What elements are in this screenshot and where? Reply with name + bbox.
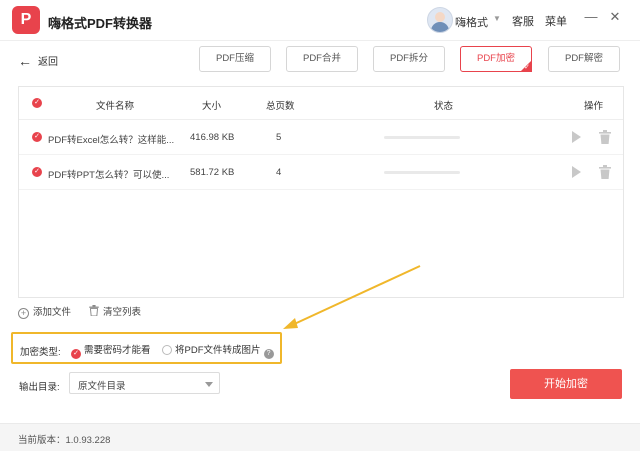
output-dir-select[interactable]: 原文件目录 (69, 372, 220, 394)
chevron-down-icon (205, 382, 213, 387)
output-dir-label: 输出目录: (19, 382, 60, 393)
version-text: 当前版本：1.0.93.228 (18, 435, 111, 446)
start-encrypt-button[interactable]: 开始加密 (510, 369, 622, 399)
status-footer: 当前版本：1.0.93.228 (0, 423, 640, 451)
output-dir-value: 原文件目录 (78, 381, 126, 392)
